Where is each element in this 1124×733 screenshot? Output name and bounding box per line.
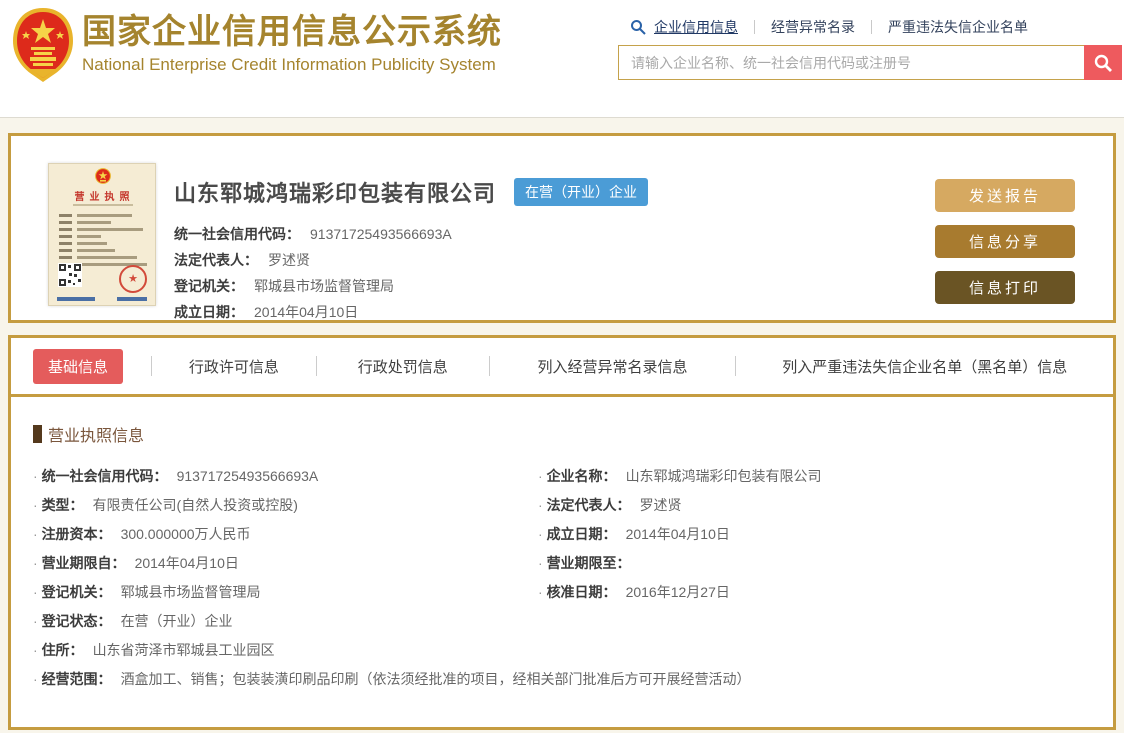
- main-content: 营业执照 ★ 山东郓城鸿瑞彩印包装有限公司 在营（开业）企业 统一社会信用代码：…: [0, 117, 1124, 733]
- license-title: 营业执照: [74, 192, 135, 203]
- field-row: 营业期限自：2014年04月10日 营业期限至：: [33, 549, 1091, 578]
- send-report-button[interactable]: 发送报告: [935, 179, 1075, 212]
- license-subline: [73, 204, 133, 206]
- summary-field-establish-date: 成立日期： 2014年04月10日: [174, 304, 359, 320]
- page-header: 国家企业信用信息公示系统 National Enterprise Credit …: [0, 0, 1124, 117]
- search-icon: [631, 20, 646, 35]
- license-footer-bar: [117, 297, 147, 301]
- tab-bar: 基础信息 行政许可信息 行政处罚信息 列入经营异常名录信息 列入严重违法失信企业…: [11, 338, 1113, 397]
- search-input[interactable]: [618, 45, 1084, 80]
- summary-field-registration-authority: 登记机关： 郓城县市场监督管理局: [174, 278, 394, 294]
- license-red-seal: ★: [119, 265, 147, 293]
- company-name: 山东郓城鸿瑞彩印包装有限公司: [174, 181, 497, 206]
- field-row: 登记状态：在营（开业）企业: [33, 607, 1091, 636]
- company-info: 山东郓城鸿瑞彩印包装有限公司 在营（开业）企业 统一社会信用代码： 9137172…: [174, 176, 649, 325]
- nav-link-blacklist[interactable]: 严重违法失信企业名单: [888, 17, 1028, 37]
- field-row: 类型：有限责任公司(自然人投资或控股) 法定代表人：罗述贤: [33, 491, 1091, 520]
- share-info-button[interactable]: 信息分享: [935, 225, 1075, 258]
- license-text-line: [59, 221, 111, 224]
- license-text-line: [59, 214, 132, 217]
- license-text-line: [59, 249, 115, 252]
- search-icon: [1094, 54, 1112, 72]
- business-license-thumbnail[interactable]: 营业执照 ★: [48, 163, 156, 306]
- print-info-button[interactable]: 信息打印: [935, 271, 1075, 304]
- detail-card: 基础信息 行政许可信息 行政处罚信息 列入经营异常名录信息 列入严重违法失信企业…: [8, 335, 1116, 730]
- national-emblem-logo: [13, 8, 73, 82]
- summary-field-legal-rep: 法定代表人： 罗述贤: [174, 252, 310, 268]
- site-subtitle: National Enterprise Credit Information P…: [82, 54, 496, 74]
- field-row-business-scope: 经营范围：酒盒加工、销售；包装装潢印刷品印刷（依法须经批准的项目，经相关部门批准…: [33, 665, 1091, 694]
- tab-serious-violation-blacklist[interactable]: 列入严重违法失信企业名单（黑名单）信息: [736, 356, 1113, 377]
- section-title: 营业执照信息: [48, 428, 145, 445]
- header-nav: 企业信用信息 经营异常名录 严重违法失信企业名单: [618, 16, 1122, 38]
- section-marker: [33, 425, 42, 443]
- field-row: 注册资本：300.000000万人民币 成立日期：2014年04月10日: [33, 520, 1091, 549]
- tab-administrative-license[interactable]: 行政许可信息: [152, 356, 316, 377]
- nav-link-abnormal-list[interactable]: 经营异常名录: [771, 17, 855, 37]
- search-button[interactable]: [1084, 45, 1122, 80]
- license-text-line: [59, 256, 137, 259]
- search-bar: [618, 45, 1122, 80]
- field-row: 统一社会信用代码：91371725493566693A 企业名称：山东郓城鸿瑞彩…: [33, 462, 1091, 491]
- license-text-line: [59, 228, 143, 231]
- license-qr-code: [58, 263, 82, 287]
- field-row: 住所：山东省菏泽市郓城县工业园区: [33, 636, 1091, 665]
- header-search-area: 企业信用信息 经营异常名录 严重违法失信企业名单: [618, 16, 1122, 80]
- status-badge: 在营（开业）企业: [514, 178, 649, 206]
- nav-link-enterprise-credit[interactable]: 企业信用信息: [654, 17, 738, 37]
- tab-basic-info[interactable]: 基础信息: [33, 348, 124, 384]
- license-info-section: 营业执照信息 统一社会信用代码：91371725493566693A 企业名称：…: [11, 397, 1113, 694]
- field-row: 登记机关：郓城县市场监督管理局 核准日期：2016年12月27日: [33, 578, 1091, 607]
- license-footer-bar: [57, 297, 95, 301]
- license-text-line: [59, 242, 107, 245]
- tab-administrative-penalty[interactable]: 行政处罚信息: [317, 356, 489, 377]
- site-title: 国家企业信用信息公示系统: [82, 13, 502, 51]
- license-emblem-icon: [95, 168, 111, 184]
- summary-field-credit-code: 统一社会信用代码： 91371725493566693A: [174, 226, 452, 242]
- tab-abnormal-operation-list[interactable]: 列入经营异常名录信息: [490, 356, 736, 377]
- license-text-line: [59, 235, 101, 238]
- nav-separator: [871, 20, 872, 34]
- site-title-block: 国家企业信用信息公示系统 National Enterprise Credit …: [82, 12, 502, 75]
- company-summary-card: 营业执照 ★ 山东郓城鸿瑞彩印包装有限公司 在营（开业）企业 统一社会信用代码：…: [8, 133, 1116, 323]
- action-buttons: 发送报告 信息分享 信息打印: [935, 179, 1075, 317]
- nav-separator: [754, 20, 755, 34]
